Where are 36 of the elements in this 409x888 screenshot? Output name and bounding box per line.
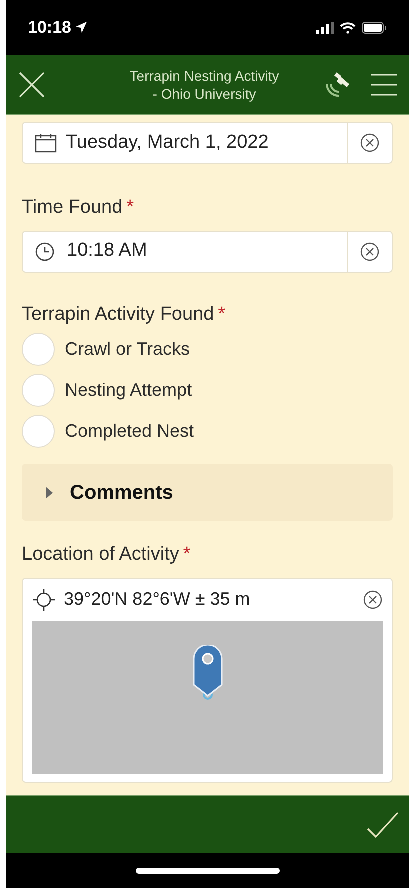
- required-marker: *: [126, 196, 134, 220]
- date-field[interactable]: Tuesday, March 1, 2022: [22, 122, 393, 164]
- field-label: Location of Activity: [22, 543, 180, 567]
- location-value: 39°20'N 82°6'W ± 35 m: [64, 588, 252, 611]
- date-value: Tuesday, March 1, 2022: [66, 130, 270, 155]
- radio-label[interactable]: Crawl or Tracks: [65, 336, 190, 363]
- caret-icon: [45, 486, 54, 500]
- home-indicator[interactable]: [136, 868, 280, 874]
- battery-icon: [362, 22, 387, 34]
- field-label: Terrapin Activity Found: [22, 302, 214, 326]
- crosshair-icon: [32, 588, 56, 612]
- form-title: Terrapin Nesting Activity - Ohio University: [128, 66, 280, 102]
- calendar-icon: [35, 133, 57, 153]
- close-icon[interactable]: [18, 70, 46, 98]
- clock-icon: [35, 242, 55, 262]
- signal-icon: [316, 22, 334, 34]
- radio-button[interactable]: [22, 374, 55, 407]
- clear-icon[interactable]: [360, 133, 380, 153]
- radio-button[interactable]: [22, 333, 55, 366]
- clear-icon[interactable]: [360, 242, 380, 262]
- location-arrow-icon: [75, 21, 88, 34]
- time-value: 10:18 AM: [67, 239, 148, 264]
- required-marker: *: [218, 302, 226, 326]
- wifi-icon: [340, 22, 356, 34]
- required-marker: *: [183, 543, 191, 567]
- radio-button[interactable]: [22, 415, 55, 448]
- time-field[interactable]: 10:18 AM: [22, 230, 393, 272]
- comments-panel[interactable]: Comments: [22, 464, 393, 521]
- checkmark-icon[interactable]: [367, 812, 399, 838]
- clear-icon[interactable]: [363, 590, 383, 610]
- menu-icon[interactable]: [371, 72, 397, 96]
- status-time: 10:18: [28, 16, 72, 39]
- radio-label[interactable]: Nesting Attempt: [65, 377, 192, 404]
- field-label: Time Found: [22, 196, 123, 220]
- radio-label[interactable]: Completed Nest: [65, 418, 194, 445]
- map-pin-icon: [192, 644, 224, 700]
